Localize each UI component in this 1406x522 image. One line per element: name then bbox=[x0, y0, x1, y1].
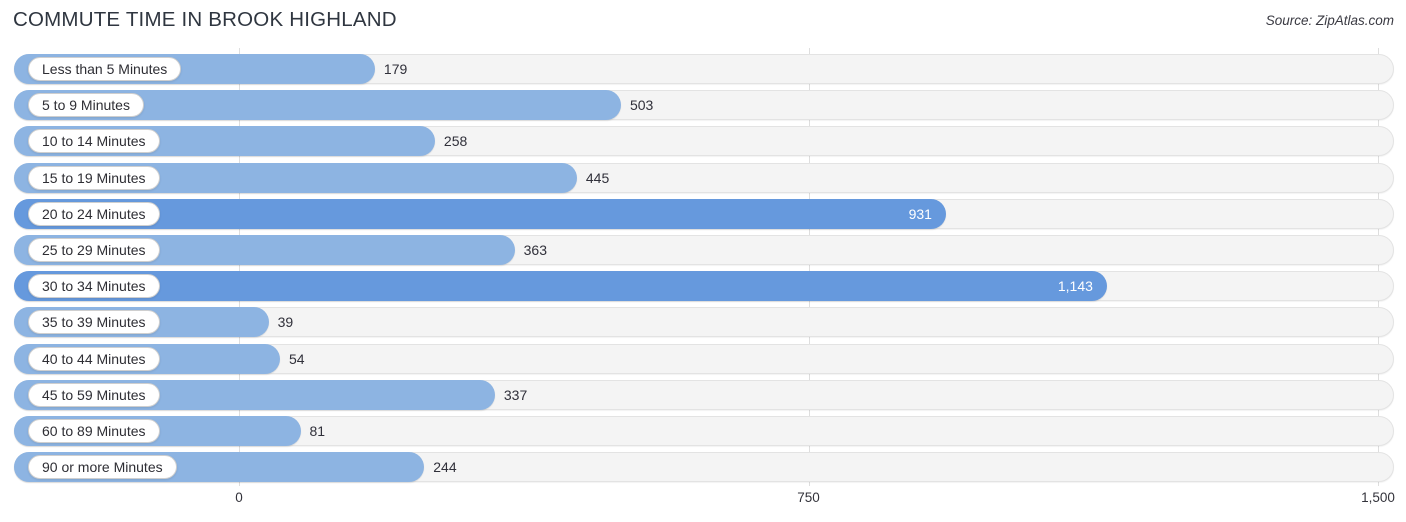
bar-row[interactable]: 30 to 34 Minutes 1,143 bbox=[14, 271, 1394, 302]
bar-category-label: 35 to 39 Minutes bbox=[28, 310, 160, 335]
bar-row[interactable]: 35 to 39 Minutes 39 bbox=[14, 307, 1394, 338]
bar-value-label: 179 bbox=[383, 61, 408, 77]
source-attribution: Source: ZipAtlas.com bbox=[1265, 13, 1394, 28]
bar-value-label: 931 bbox=[908, 205, 932, 222]
bar-category-label: 60 to 89 Minutes bbox=[28, 419, 160, 443]
bar-value-label: 39 bbox=[277, 314, 294, 331]
page-title: COMMUTE TIME IN BROOK HIGHLAND bbox=[13, 8, 397, 31]
bar-value-label: 363 bbox=[523, 242, 547, 258]
bar-value-label: 503 bbox=[629, 97, 654, 114]
bar-row[interactable]: 60 to 89 Minutes 81 bbox=[14, 416, 1394, 446]
plot-area: Less than 5 Minutes 179 5 to 9 Minutes 503 1… bbox=[0, 48, 1406, 486]
bar-category-label: 15 to 19 Minutes bbox=[28, 165, 160, 190]
bar-row[interactable]: 20 to 24 Minutes 931 bbox=[14, 198, 1394, 229]
bar-fill[interactable] bbox=[14, 271, 1107, 302]
bar-value-label: 81 bbox=[309, 423, 326, 439]
bar-value-label: 54 bbox=[289, 350, 305, 367]
bar-row[interactable]: 15 to 19 Minutes 445 bbox=[14, 162, 1394, 193]
bar-row[interactable]: Less than 5 Minutes 179 bbox=[14, 54, 1394, 84]
bar-row[interactable]: 40 to 44 Minutes 54 bbox=[14, 343, 1394, 374]
bar-value-label: 258 bbox=[443, 133, 468, 150]
bar-row[interactable]: 5 to 9 Minutes 503 bbox=[14, 90, 1394, 121]
bar-row[interactable]: 45 to 59 Minutes 337 bbox=[14, 379, 1394, 410]
x-axis-tick-label: 1,500 bbox=[1361, 490, 1395, 505]
bar-value-label: 445 bbox=[585, 169, 610, 186]
bar-value-label: 337 bbox=[503, 386, 528, 403]
bar-row[interactable]: 10 to 14 Minutes 258 bbox=[14, 126, 1394, 157]
bar-category-label: 40 to 44 Minutes bbox=[28, 346, 160, 371]
bar-category-label: 20 to 24 Minutes bbox=[28, 201, 160, 226]
bar-row[interactable]: 90 or more Minutes 244 bbox=[14, 452, 1394, 483]
bar-rows: Less than 5 Minutes 179 5 to 9 Minutes 503 1… bbox=[0, 48, 1406, 486]
x-axis-tick-label: 750 bbox=[797, 490, 820, 505]
bar-value-label: 244 bbox=[433, 459, 457, 476]
x-axis: 0 750 1,500 bbox=[0, 486, 1406, 522]
bar-category-label: 30 to 34 Minutes bbox=[28, 274, 160, 299]
chart-container: COMMUTE TIME IN BROOK HIGHLAND Source: Z… bbox=[0, 0, 1406, 522]
bar-category-label: 25 to 29 Minutes bbox=[28, 238, 160, 262]
bar-category-label: 10 to 14 Minutes bbox=[28, 129, 160, 154]
x-axis-tick-label: 0 bbox=[235, 490, 243, 505]
bar-category-label: 45 to 59 Minutes bbox=[28, 382, 160, 407]
bar-category-label: 90 or more Minutes bbox=[28, 455, 177, 480]
bar-row[interactable]: 25 to 29 Minutes 363 bbox=[14, 235, 1394, 265]
bar-category-label: 5 to 9 Minutes bbox=[28, 93, 144, 118]
bar-value-label: 1,143 bbox=[1057, 278, 1093, 295]
bar-category-label: Less than 5 Minutes bbox=[28, 57, 182, 81]
